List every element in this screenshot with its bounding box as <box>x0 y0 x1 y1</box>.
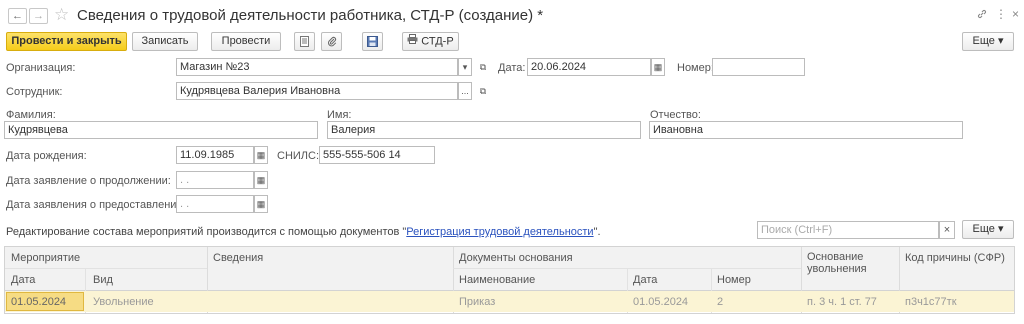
patronymic-field[interactable]: Ивановна <box>649 121 963 139</box>
col-kind: Вид <box>93 274 113 286</box>
print-std-r-button[interactable]: СТД-Р <box>402 32 459 51</box>
report-icon <box>300 36 309 50</box>
more-icon[interactable]: ⋮ <box>995 7 1007 21</box>
search-clear-icon[interactable]: × <box>939 221 955 239</box>
report-button[interactable] <box>294 32 315 51</box>
floppy-disk-icon <box>367 36 378 50</box>
firstname-label: Имя: <box>327 109 352 121</box>
organization-label: Организация: <box>6 62 76 74</box>
events-table: Мероприятие Сведения Документы основания… <box>4 246 1015 314</box>
snils-field[interactable]: 555-555-506 14 <box>319 146 435 164</box>
table-row[interactable]: 01.05.2024 Увольнение Приказ 01.05.2024 … <box>5 291 1014 312</box>
col-doc-date: Дата <box>633 274 658 286</box>
provide-date-calendar-icon[interactable]: ▦ <box>254 195 268 213</box>
post-and-close-button[interactable]: Провести и закрыть <box>6 32 127 51</box>
attach-button[interactable] <box>321 32 342 51</box>
forward-button[interactable]: → <box>29 8 48 24</box>
birthdate-label: Дата рождения: <box>6 150 87 162</box>
provide-date-label: Дата заявления о предоставлении: <box>6 199 186 211</box>
col-details: Сведения <box>213 252 264 264</box>
search-input[interactable]: Поиск (Ctrl+F) <box>757 221 939 239</box>
save-disk-button[interactable] <box>362 32 383 51</box>
row-date[interactable]: 01.05.2024 <box>11 295 66 309</box>
paperclip-icon <box>327 36 337 50</box>
col-group-event: Мероприятие <box>11 252 81 264</box>
date-calendar-icon[interactable]: ▦ <box>651 58 665 76</box>
firstname-field[interactable]: Валерия <box>327 121 641 139</box>
col-doc-number: Номер <box>717 274 751 286</box>
number-field[interactable] <box>712 58 805 76</box>
page-title: Сведения о трудовой деятельности работни… <box>77 7 544 24</box>
lastname-field[interactable]: Кудрявцева <box>4 121 318 139</box>
table-more-button[interactable]: Еще ▾ <box>962 220 1014 239</box>
more-actions-button[interactable]: Еще ▾ <box>962 32 1014 51</box>
post-button[interactable]: Провести <box>211 32 281 51</box>
organization-open-icon[interactable]: ⧉ <box>476 58 490 76</box>
lastname-label: Фамилия: <box>6 109 56 121</box>
snils-label: СНИЛС: <box>277 150 320 162</box>
row-kind[interactable]: Увольнение <box>93 295 154 309</box>
date-label: Дата: <box>498 62 526 74</box>
back-button[interactable]: ← <box>8 8 27 24</box>
row-doc-name[interactable]: Приказ <box>459 295 495 309</box>
favorite-star-icon[interactable]: ☆ <box>54 6 69 24</box>
info-text: Редактирование состава мероприятий произ… <box>6 225 601 239</box>
link-icon[interactable] <box>976 8 988 23</box>
organization-field[interactable]: Магазин №23 <box>176 58 458 76</box>
row-doc-number[interactable]: 2 <box>717 295 723 309</box>
col-doc-name: Наименование <box>459 274 536 286</box>
patronymic-label: Отчество: <box>650 109 701 121</box>
birthdate-field[interactable]: 11.09.1985 <box>176 146 254 164</box>
col-reason: Основание увольнения <box>807 251 867 275</box>
continue-date-calendar-icon[interactable]: ▦ <box>254 171 268 189</box>
employee-select-icon[interactable]: ... <box>458 82 472 100</box>
col-code: Код причины (СФР) <box>905 252 1005 264</box>
date-field[interactable]: 20.06.2024 <box>527 58 651 76</box>
number-label: Номер: <box>677 62 714 74</box>
birthdate-calendar-icon[interactable]: ▦ <box>254 146 268 164</box>
close-icon[interactable]: × <box>1012 7 1019 21</box>
col-date: Дата <box>11 274 36 286</box>
row-reason[interactable]: п. 3 ч. 1 ст. 77 <box>807 295 877 309</box>
provide-date-field[interactable]: . . <box>176 195 254 213</box>
row-code[interactable]: п3ч1с77тк <box>905 295 957 309</box>
employee-open-icon[interactable]: ⧉ <box>476 82 490 100</box>
employee-label: Сотрудник: <box>6 86 63 98</box>
continue-date-field[interactable]: . . <box>176 171 254 189</box>
row-doc-date[interactable]: 01.05.2024 <box>633 295 688 309</box>
info-text-before: Редактирование состава мероприятий произ… <box>6 226 407 238</box>
col-group-docs: Документы основания <box>459 252 573 264</box>
registration-link[interactable]: Регистрация трудовой деятельности <box>406 226 593 238</box>
save-button[interactable]: Записать <box>132 32 198 51</box>
print-button-label: СТД-Р <box>421 35 454 48</box>
employee-field[interactable]: Кудрявцева Валерия Ивановна <box>176 82 458 100</box>
info-text-after: ". <box>593 226 601 238</box>
continue-date-label: Дата заявление о продолжении: <box>6 175 171 187</box>
printer-icon <box>407 33 418 50</box>
organization-dropdown-icon[interactable]: ▾ <box>458 58 472 76</box>
